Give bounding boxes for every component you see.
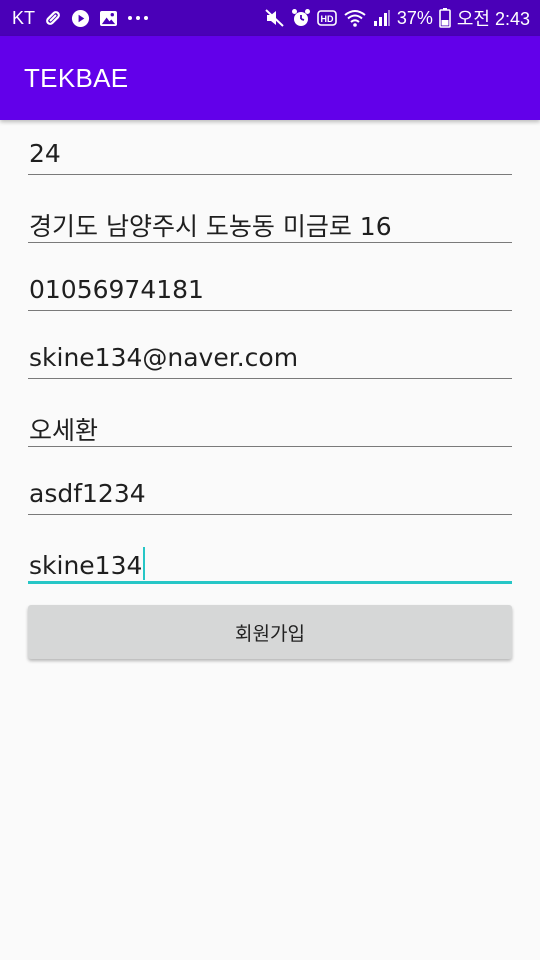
user-id-field-text: skine134 (29, 547, 146, 580)
status-bar: KT HD 37% 오전 2:43 (0, 0, 540, 36)
password-field[interactable]: asdf1234 (28, 460, 512, 528)
address-field[interactable]: 경기도 남양주시 도농동 미금로 16 (28, 188, 512, 256)
clock: 오전 2:43 (456, 9, 530, 29)
field-underline (28, 378, 512, 379)
image-icon (99, 10, 118, 27)
field-underline (28, 446, 512, 447)
age-field-value: 24 (29, 139, 61, 168)
age-field[interactable]: 24 (28, 120, 512, 188)
signal-icon (373, 9, 391, 27)
signup-button[interactable]: 회원가입 (28, 605, 512, 659)
mute-icon (265, 9, 285, 27)
battery-percent: 37% (396, 7, 433, 28)
email-field[interactable]: skine134@naver.com (28, 324, 512, 392)
link-icon (44, 9, 62, 27)
hd-icon: HD (317, 10, 337, 26)
alarm-icon (291, 8, 311, 28)
battery-icon (439, 8, 451, 28)
name-field-value: 오세환 (29, 416, 99, 445)
app-bar: TEKBAE (0, 36, 540, 120)
carrier-label: KT (12, 7, 36, 28)
play-icon (71, 9, 90, 28)
phone-field-value: 01056974181 (29, 275, 204, 304)
name-field[interactable]: 오세환 (28, 392, 512, 460)
field-underline (28, 514, 512, 515)
svg-text:HD: HD (320, 14, 333, 24)
field-underline (28, 242, 512, 243)
signup-form: 24 경기도 남양주시 도농동 미금로 16 01056974181 skine… (28, 120, 512, 596)
status-bar-left: KT (12, 8, 265, 29)
wifi-icon (343, 9, 367, 27)
field-underline-focused (28, 581, 512, 584)
app-title: TEKBAE (24, 62, 129, 93)
field-underline (28, 310, 512, 311)
user-id-field[interactable]: skine134 (28, 528, 512, 596)
more-dots-icon (127, 15, 149, 21)
user-id-field-value: skine134 (29, 551, 143, 580)
email-field-value: skine134@naver.com (29, 343, 299, 372)
phone-field[interactable]: 01056974181 (28, 256, 512, 324)
address-field-value: 경기도 남양주시 도농동 미금로 16 (29, 212, 392, 241)
status-bar-right: HD 37% 오전 2:43 (265, 5, 530, 31)
text-cursor (143, 547, 146, 580)
password-field-value: asdf1234 (29, 479, 146, 508)
field-underline (28, 174, 512, 175)
